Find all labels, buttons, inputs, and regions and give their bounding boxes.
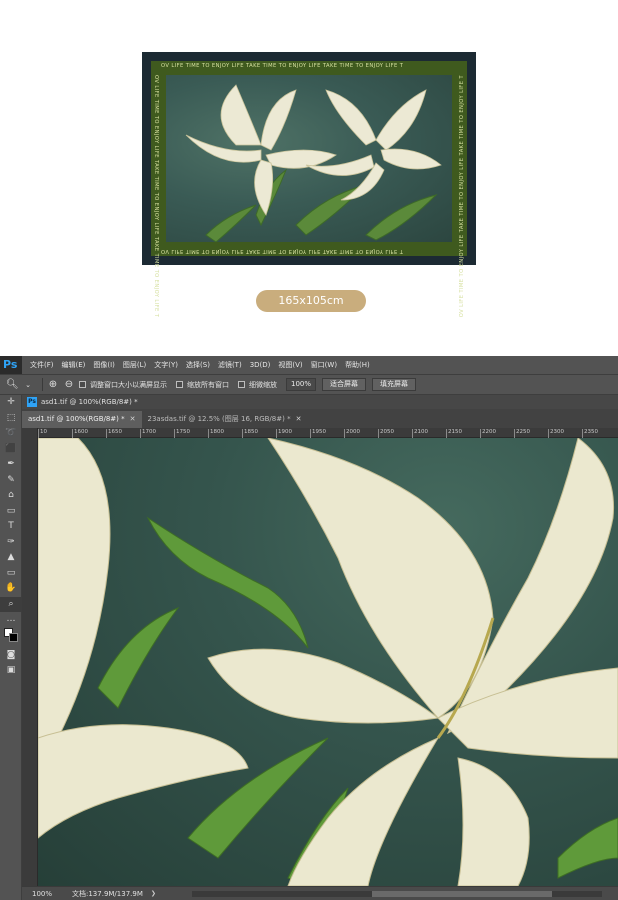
quick-mask-icon[interactable]: ◙ — [0, 648, 22, 664]
background-color-swatch[interactable] — [9, 632, 18, 642]
ruler-tick-label: 2350 — [582, 429, 598, 438]
eraser-tool-icon[interactable]: ▭ — [0, 504, 22, 520]
crop-tool-icon[interactable]: ⬛ — [0, 442, 22, 458]
rug-image: OV LIFE TIME TO ENJOY LIFE TAKE TIME TO … — [142, 52, 476, 317]
ruler-tick-label: 1800 — [208, 429, 224, 438]
menu-view[interactable]: 视图(V) — [278, 360, 302, 370]
chevron-down-icon[interactable]: ⌄ — [22, 379, 34, 391]
hand-tool-icon[interactable]: ✋ — [0, 581, 22, 597]
resize-windows-checkbox[interactable]: 调整窗口大小以满屏显示 — [79, 380, 167, 390]
ruler-tick-label: 1900 — [276, 429, 292, 438]
eyedropper-tool-icon[interactable]: ✒ — [0, 457, 22, 473]
ruler-tick-label: 2150 — [446, 429, 462, 438]
zoom-all-windows-checkbox[interactable]: 缩放所有窗口 — [176, 380, 229, 390]
screen-mode-icon[interactable]: ▣ — [0, 663, 22, 679]
tools-panel: ✛ ⬚ ➰ ⬛ ✒ ✎ ⌂ ▭ T ✑ ▲ ▭ ✋ ⌕ … ◙ ▣ — [0, 395, 22, 900]
stamp-tool-icon[interactable]: ⌂ — [0, 488, 22, 504]
scrollbar-thumb[interactable] — [372, 891, 552, 897]
menu-filter[interactable]: 滤镜(T) — [218, 360, 242, 370]
photoshop-logo-icon: Ps — [0, 356, 22, 374]
vertical-ruler[interactable] — [22, 428, 38, 886]
ruler-tick-label: 1850 — [242, 429, 258, 438]
fill-screen-button[interactable]: 填充屏幕 — [372, 378, 416, 391]
document-icon: Ps — [27, 397, 37, 407]
ruler-tick-label: 10 — [38, 429, 47, 438]
document-canvas[interactable] — [38, 438, 618, 886]
lasso-tool-icon[interactable]: ➰ — [0, 426, 22, 442]
rug-border-text-bottom: OV LIFE TIME TO ENJOY LIFE TAKE TIME TO … — [161, 248, 404, 254]
ruler-tick-label: 1950 — [310, 429, 326, 438]
zoom-tool-icon[interactable]: 🔍︎ — [6, 379, 19, 391]
status-bar: 100% 文档:137.9M/137.9M ❯ — [22, 886, 618, 900]
horizontal-scrollbar[interactable] — [192, 891, 602, 897]
document-panel-header: Ps asd1.tif @ 100%(RGB/8#) * — [22, 395, 618, 409]
close-icon[interactable]: ✕ — [296, 411, 302, 428]
close-icon[interactable]: ✕ — [130, 411, 136, 428]
color-swatches[interactable] — [0, 627, 22, 648]
rug-border-text-top: OV LIFE TIME TO ENJOY LIFE TAKE TIME TO … — [161, 63, 404, 69]
options-bar: 🔍︎ ⌄ ⊕ ⊖ 调整窗口大小以满屏显示 缩放所有窗口 细微缩放 100% 适合… — [0, 374, 618, 395]
zoom-tool-icon[interactable]: ⌕ — [0, 596, 22, 612]
pen-tool-icon[interactable]: ✑ — [0, 535, 22, 551]
brush-tool-icon[interactable]: ✎ — [0, 473, 22, 489]
menu-bar: Ps 文件(F) 编辑(E) 图像(I) 图层(L) 文字(Y) 选择(S) 滤… — [0, 356, 618, 374]
menu-layer[interactable]: 图层(L) — [123, 360, 146, 370]
document-title: asd1.tif @ 100%(RGB/8#) * — [41, 398, 138, 406]
tab-asd1[interactable]: asd1.tif @ 100%(RGB/8#) * ✕ — [22, 411, 142, 428]
ruler-tick-label: 2200 — [480, 429, 496, 438]
path-select-tool-icon[interactable]: ▲ — [0, 550, 22, 566]
tab-23asdas[interactable]: 23asdas.tif @ 12.5% (图层 16, RGB/8#) * ✕ — [142, 411, 308, 428]
fit-screen-button[interactable]: 适合屏幕 — [322, 378, 366, 391]
menu-3d[interactable]: 3D(D) — [250, 361, 271, 369]
photoshop-window: Ps 文件(F) 编辑(E) 图像(I) 图层(L) 文字(Y) 选择(S) 滤… — [0, 356, 618, 900]
shape-tool-icon[interactable]: ▭ — [0, 566, 22, 582]
menu-edit[interactable]: 编辑(E) — [62, 360, 86, 370]
move-tool-icon[interactable]: ✛ — [0, 395, 22, 411]
status-zoom-level[interactable]: 100% — [22, 890, 62, 898]
ruler-tick-label: 1600 — [72, 429, 88, 438]
divider — [42, 378, 43, 391]
zoom-all-windows-label: 缩放所有窗口 — [187, 380, 229, 389]
zoom-out-icon[interactable]: ⊖ — [63, 379, 75, 391]
type-tool-icon[interactable]: T — [0, 519, 22, 535]
menu-window[interactable]: 窗口(W) — [311, 360, 337, 370]
marquee-tool-icon[interactable]: ⬚ — [0, 411, 22, 427]
menu-image[interactable]: 图像(I) — [93, 360, 115, 370]
ruler-tick-label: 2100 — [412, 429, 428, 438]
tab-label: asd1.tif @ 100%(RGB/8#) * — [28, 415, 125, 423]
ruler-tick-label: 2000 — [344, 429, 360, 438]
menu-file[interactable]: 文件(F) — [30, 360, 54, 370]
rug-border-text-left: OV LIFE TIME TO ENJOY LIFE TAKE TIME TO … — [153, 75, 159, 318]
lily-painting-zoomed — [38, 438, 618, 886]
ruler-tick-label: 1750 — [174, 429, 190, 438]
product-preview: OV LIFE TIME TO ENJOY LIFE TAKE TIME TO … — [0, 0, 618, 356]
ruler-tick-label: 1650 — [106, 429, 122, 438]
ruler-tick-label: 2250 — [514, 429, 530, 438]
menu-select[interactable]: 选择(S) — [186, 360, 210, 370]
scrubby-zoom-checkbox[interactable]: 细微缩放 — [238, 380, 277, 390]
tab-label: 23asdas.tif @ 12.5% (图层 16, RGB/8#) * — [147, 415, 291, 423]
rug-border-text-right: OV LIFE TIME TO ENJOY LIFE TAKE TIME TO … — [459, 75, 465, 318]
status-document-size: 文档:137.9M/137.9M — [72, 889, 143, 898]
ruler-tick-label: 2300 — [548, 429, 564, 438]
ruler-tick-label: 2050 — [378, 429, 394, 438]
rug-border: OV LIFE TIME TO ENJOY LIFE TAKE TIME TO … — [151, 61, 467, 317]
more-tools-icon[interactable]: … — [0, 612, 22, 628]
rug-painting — [166, 75, 452, 242]
resize-windows-label: 调整窗口大小以满屏显示 — [90, 380, 167, 389]
menu-type[interactable]: 文字(Y) — [154, 360, 178, 370]
ruler-tick-label: 1700 — [140, 429, 156, 438]
status-menu-arrow-icon[interactable]: ❯ — [151, 890, 156, 897]
scrubby-zoom-label: 细微缩放 — [249, 380, 277, 389]
size-label: 165x105cm — [256, 290, 366, 312]
horizontal-ruler[interactable]: 10 1600 1650 1700 1750 1800 1850 1900 1950 2000 20… — [38, 428, 618, 438]
menu-help[interactable]: 帮助(H) — [345, 360, 370, 370]
lily-painting-small — [185, 84, 442, 242]
zoom-level-field[interactable]: 100% — [286, 378, 316, 391]
document-tabs: asd1.tif @ 100%(RGB/8#) * ✕ 23asdas.tif … — [22, 409, 618, 428]
zoom-in-icon[interactable]: ⊕ — [47, 379, 59, 391]
